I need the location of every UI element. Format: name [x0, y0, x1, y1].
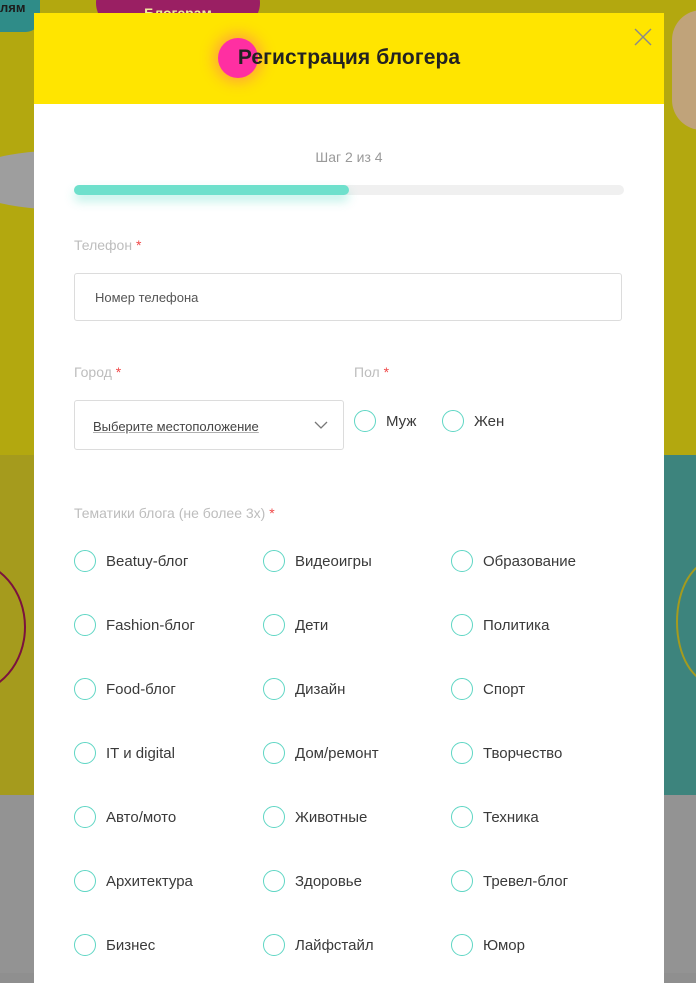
topic-label: IT и digital — [106, 744, 175, 762]
phone-label-text: Телефон — [74, 237, 133, 253]
topics-label-text: Тематики блога (не более 3х) — [74, 505, 266, 521]
topic-label: Дизайн — [295, 680, 346, 698]
city-select[interactable]: Выберите местоположение — [74, 400, 344, 450]
progress-fill — [74, 185, 349, 195]
topic-label: Лайфстайл — [295, 936, 374, 954]
topic-label: Beatuy-блог — [106, 552, 189, 570]
topic-label: Бизнес — [106, 936, 156, 954]
modal-title: Регистрация блогера — [237, 46, 461, 69]
radio-circle — [451, 870, 473, 892]
topic-checkbox[interactable]: Образование — [451, 550, 576, 572]
background-photo — [672, 10, 696, 130]
step-indicator: Шаг 2 из 4 — [315, 149, 383, 165]
radio-circle — [263, 678, 285, 700]
required-mark: * — [115, 364, 122, 380]
topic-checkbox[interactable]: Лайфстайл — [263, 934, 374, 956]
close-icon — [634, 28, 652, 46]
topic-checkbox[interactable]: Дизайн — [263, 678, 345, 700]
city-select-value: Выберите местоположение — [93, 419, 259, 434]
radio-circle — [74, 678, 96, 700]
radio-circle — [263, 806, 285, 828]
topic-label: Здоровье — [295, 872, 362, 890]
radio-circle — [451, 806, 473, 828]
radio-circle — [451, 934, 473, 956]
close-button[interactable] — [632, 26, 654, 48]
city-label: Город * — [74, 364, 121, 380]
topic-label: Образование — [483, 552, 576, 570]
radio-circle — [451, 742, 473, 764]
topic-label: Дети — [295, 616, 329, 634]
topic-checkbox[interactable]: Авто/мото — [74, 806, 176, 828]
topic-checkbox[interactable]: Техника — [451, 806, 539, 828]
required-mark: * — [135, 237, 142, 253]
topic-checkbox[interactable]: Дети — [263, 614, 328, 636]
phone-input[interactable] — [74, 273, 622, 321]
radio-circle — [74, 806, 96, 828]
radio-circle — [451, 614, 473, 636]
topic-label: Архитектура — [106, 872, 193, 890]
phone-label: Телефон * — [74, 237, 141, 253]
topic-label: Юмор — [483, 936, 525, 954]
registration-modal: Регистрация блогера Шаг 2 из 4 Телефон *… — [34, 13, 664, 983]
topic-checkbox[interactable]: Видеоигры — [263, 550, 372, 572]
topic-label: Fashion-блог — [106, 616, 196, 634]
topic-checkbox[interactable]: Политика — [451, 614, 549, 636]
topic-checkbox[interactable]: Fashion-блог — [74, 614, 195, 636]
topic-checkbox[interactable]: Beatuy-блог — [74, 550, 188, 572]
radio-circle — [263, 550, 285, 572]
topic-label: Видеоигры — [295, 552, 372, 570]
gender-radio-male[interactable]: Муж — [354, 410, 416, 432]
topic-checkbox[interactable]: Дом/ремонт — [263, 742, 379, 764]
topic-label: Авто/мото — [106, 808, 177, 826]
radio-circle — [263, 934, 285, 956]
topic-label: Food-блог — [106, 680, 176, 698]
topic-label: Политика — [483, 616, 550, 634]
required-mark: * — [269, 505, 275, 521]
radio-circle — [74, 870, 96, 892]
radio-circle — [74, 614, 96, 636]
topic-label: Дом/ремонт — [295, 744, 379, 762]
topic-label: Животные — [295, 808, 368, 826]
topic-label: Творчество — [483, 744, 563, 762]
radio-label: Муж — [386, 412, 417, 430]
radio-circle — [74, 550, 96, 572]
chevron-down-icon — [314, 421, 328, 429]
topic-checkbox[interactable]: Спорт — [451, 678, 525, 700]
radio-circle — [263, 614, 285, 636]
background-nav-text: лям — [0, 0, 26, 15]
topic-checkbox[interactable]: Тревел-блог — [451, 870, 568, 892]
topic-checkbox[interactable]: Юмор — [451, 934, 525, 956]
topic-checkbox[interactable]: Животные — [263, 806, 367, 828]
radio-circle — [74, 934, 96, 956]
radio-circle — [74, 742, 96, 764]
topic-label: Тревел-блог — [483, 872, 569, 890]
gender-label-text: Пол — [354, 364, 380, 380]
topic-checkbox[interactable]: Food-блог — [74, 678, 176, 700]
gender-label: Пол * — [354, 364, 389, 380]
topic-checkbox[interactable]: IT и digital — [74, 742, 175, 764]
topic-label: Техника — [483, 808, 539, 826]
topic-label: Спорт — [483, 680, 526, 698]
gender-radio-female[interactable]: Жен — [442, 410, 504, 432]
radio-circle — [451, 678, 473, 700]
topics-label: Тематики блога (не более 3х) * — [74, 505, 275, 521]
radio-label: Жен — [474, 412, 505, 430]
radio-circle — [263, 742, 285, 764]
topic-checkbox[interactable]: Творчество — [451, 742, 562, 764]
required-mark: * — [383, 364, 390, 380]
topic-checkbox[interactable]: Здоровье — [263, 870, 362, 892]
radio-circle — [354, 410, 376, 432]
radio-circle — [442, 410, 464, 432]
topic-checkbox[interactable]: Бизнес — [74, 934, 155, 956]
radio-circle — [451, 550, 473, 572]
city-label-text: Город — [74, 364, 112, 380]
radio-circle — [263, 870, 285, 892]
topic-checkbox[interactable]: Архитектура — [74, 870, 193, 892]
modal-header: Регистрация блогера — [34, 13, 664, 104]
progress-bar — [74, 185, 624, 195]
